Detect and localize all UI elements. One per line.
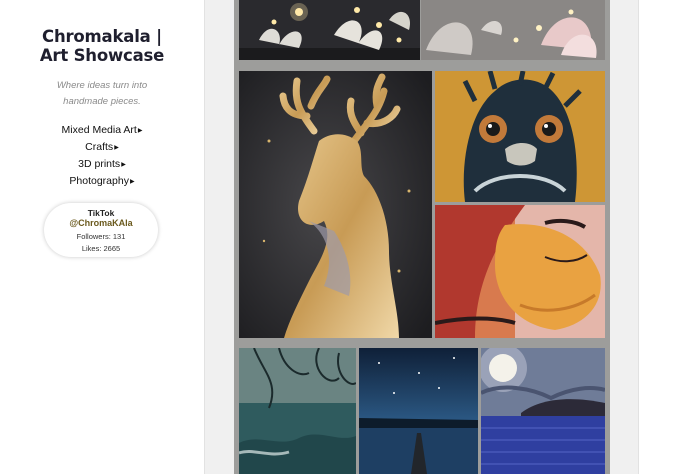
tagline-line-2: handmade pieces.: [63, 96, 141, 107]
tagline: Where ideas turn into handmade pieces.: [0, 78, 204, 110]
social-handle-link[interactable]: @ChromaKAla: [44, 218, 158, 228]
social-network-label: TikTok: [87, 208, 115, 218]
butterfly-lights-artwork: [239, 0, 420, 60]
caret-right-icon: ▶: [137, 128, 143, 134]
site-title-line-1: Chromakala |: [42, 27, 162, 46]
artwork-tile-emu[interactable]: [435, 71, 605, 202]
artwork-tile-moonlit-lake[interactable]: [481, 348, 605, 474]
butterfly-lights-artwork-2: [421, 0, 605, 60]
caret-right-icon: ▶: [114, 145, 119, 151]
caret-right-icon: ▶: [129, 179, 135, 185]
nav-item-label: Photography: [69, 175, 129, 187]
gold-deer-artwork: [239, 71, 432, 338]
artwork-tile-gold-deer[interactable]: [239, 71, 432, 338]
followers-count: Followers: 131: [76, 232, 126, 241]
caret-right-icon: ▶: [121, 162, 126, 168]
artwork-tile-butterflies-1[interactable]: [239, 0, 420, 60]
nav-item-mixed-media-art[interactable]: Mixed Media Art▶: [0, 122, 204, 139]
site-title-line-2: Art Showcase: [39, 46, 165, 65]
artwork-gallery: [234, 0, 610, 474]
artwork-tile-butterflies-2[interactable]: [421, 0, 605, 60]
nav-item-3d-prints[interactable]: 3D prints▶: [0, 156, 204, 173]
artwork-tile-stormy-sea[interactable]: [239, 348, 356, 474]
artwork-tile-night-pier[interactable]: [359, 348, 478, 474]
moonlit-lake-painting: [481, 348, 605, 474]
abstract-face-painting: [435, 205, 605, 338]
nav-item-label: 3D prints: [78, 158, 121, 170]
nav-item-photography[interactable]: Photography▶: [0, 173, 204, 190]
category-nav: Mixed Media Art▶ Crafts▶ 3D prints▶ Phot…: [0, 122, 204, 190]
nav-item-label: Crafts: [85, 141, 114, 153]
artwork-tile-abstract-face[interactable]: [435, 205, 605, 338]
right-margin-panel: [638, 0, 680, 474]
site-title[interactable]: Chromakala | Art Showcase: [0, 27, 204, 65]
likes-count: Likes: 2665: [81, 244, 121, 253]
night-pier-painting: [359, 348, 478, 474]
stormy-sea-painting: [239, 348, 356, 474]
tiktok-card[interactable]: TikTok @ChromaKAla Followers: 131 Likes:…: [44, 203, 158, 257]
nav-item-crafts[interactable]: Crafts▶: [0, 139, 204, 156]
nav-item-label: Mixed Media Art: [61, 124, 137, 136]
sidebar: Chromakala | Art Showcase Where ideas tu…: [0, 0, 205, 474]
tagline-line-1: Where ideas turn into: [56, 80, 148, 91]
emu-painting: [435, 71, 605, 202]
